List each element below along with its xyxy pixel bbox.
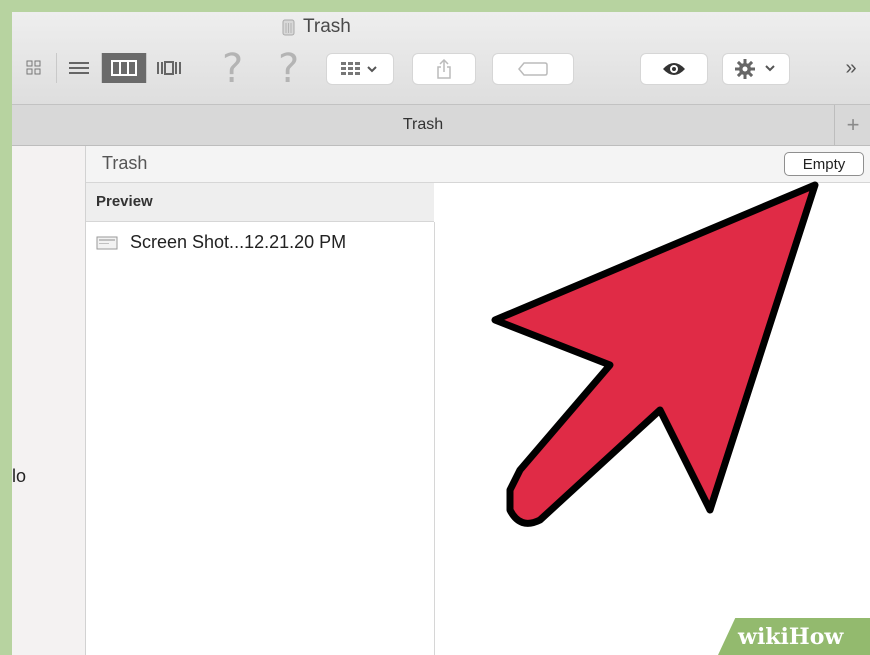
watermark-part-2: How	[788, 624, 844, 650]
sidebar-item-partial[interactable]: lo	[12, 466, 26, 487]
watermark-part-1: wiki	[738, 624, 789, 650]
column-view-button[interactable]	[102, 53, 147, 83]
window-title: Trash	[282, 16, 351, 38]
list-icon	[69, 62, 89, 74]
trash-header-bar: Trash Empty	[86, 146, 870, 183]
gear-icon	[735, 59, 775, 79]
new-tab-button[interactable]: +	[836, 105, 870, 145]
column-header: Preview	[86, 183, 434, 222]
trash-icon	[282, 19, 295, 36]
quick-look-button[interactable]	[640, 53, 708, 85]
toolbar: Trash ? ? »	[12, 12, 870, 105]
help-placeholder-2[interactable]: ?	[278, 46, 299, 92]
file-column: Screen Shot...12.21.20 PM	[86, 222, 435, 655]
column-header-label: Preview	[96, 193, 153, 210]
icon-view-button[interactable]	[12, 53, 57, 83]
screenshot-file-icon	[96, 236, 118, 249]
share-button[interactable]	[412, 53, 476, 85]
preview-pane	[435, 183, 870, 655]
eye-icon	[663, 63, 685, 75]
share-icon	[437, 59, 451, 79]
tab-bar: Trash +	[12, 105, 870, 146]
finder-window: Trash ? ? » Trash + lo Trash Empty Previ…	[12, 12, 870, 655]
arrange-button[interactable]	[326, 53, 394, 85]
help-placeholder-1[interactable]: ?	[222, 46, 243, 92]
sidebar: lo	[12, 146, 86, 655]
toolbar-overflow-button[interactable]: »	[836, 53, 866, 83]
file-name: Screen Shot...12.21.20 PM	[130, 232, 347, 252]
grid-icon	[26, 60, 41, 75]
tag-icon	[518, 62, 548, 76]
columns-icon	[111, 60, 137, 76]
folder-title: Trash	[102, 153, 148, 173]
cover-flow-view-button[interactable]	[147, 53, 191, 83]
list-view-button[interactable]	[57, 53, 102, 83]
empty-trash-button[interactable]: Empty	[784, 152, 864, 176]
tab-trash[interactable]: Trash	[12, 105, 835, 145]
arrange-grid-icon	[341, 62, 377, 75]
action-button[interactable]	[722, 53, 790, 85]
tag-button[interactable]	[492, 53, 574, 85]
list-item[interactable]: Screen Shot...12.21.20 PM	[96, 232, 346, 253]
window-title-text: Trash	[303, 16, 351, 37]
watermark-logo: wikiHow	[738, 624, 843, 650]
cover-flow-icon	[157, 61, 181, 75]
view-switcher	[12, 53, 191, 83]
